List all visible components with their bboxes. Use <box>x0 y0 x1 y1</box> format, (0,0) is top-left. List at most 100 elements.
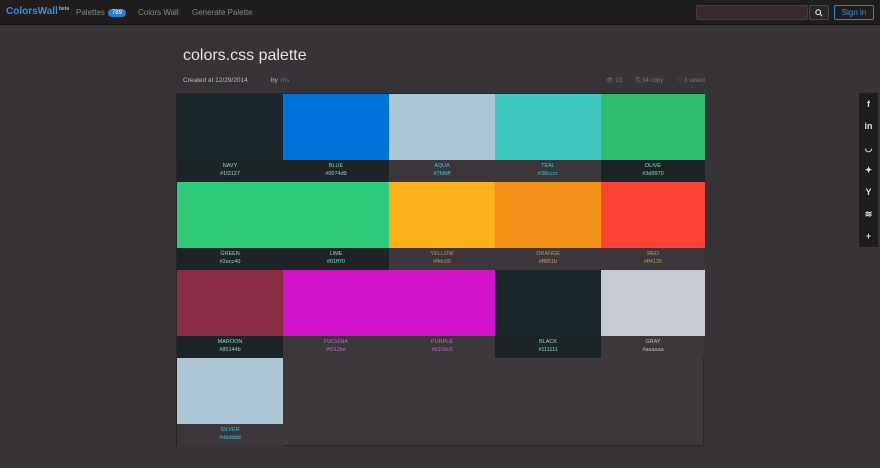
palette-grid: NAVY #1f2127 BLUE #0074d9 AQUA #7fdbff TEAL #39… <box>176 93 705 446</box>
by-label: by <box>271 77 278 84</box>
palette-meta: Created at 12/29/2014 by ms <box>183 77 290 84</box>
color-swatch[interactable] <box>601 182 705 248</box>
color-cell-green[interactable]: GREEN #2ecc40 <box>177 182 389 270</box>
color-hex: #aaaaaa <box>642 347 664 353</box>
search-icon <box>815 8 823 17</box>
color-cell-orange[interactable]: ORANGE #ff851b <box>495 182 601 270</box>
color-info: FUCHSIA #f012be <box>283 336 389 358</box>
color-name: AQUA <box>434 163 450 169</box>
color-name: TEAL <box>541 163 555 169</box>
color-hex: #b10dc9 <box>431 347 453 353</box>
navbar: ColorsWallbeta Palettes 789 Colors Wall G… <box>0 0 880 25</box>
color-hex: #1f2127 <box>220 171 240 177</box>
author-line: by ms <box>271 77 290 84</box>
color-swatch[interactable] <box>177 270 283 336</box>
palettes-count-badge: 789 <box>107 9 126 17</box>
twitter-icon[interactable]: ✦ <box>859 159 878 181</box>
brand-name: ColorsWall <box>6 6 58 17</box>
hacker-news-icon[interactable]: Y <box>859 181 878 203</box>
color-hex: #111111 <box>538 347 558 353</box>
search-input[interactable] <box>696 5 808 20</box>
color-cell-red[interactable]: RED #ff4136 <box>601 182 705 270</box>
color-cell-blue[interactable]: BLUE #0074d9 <box>283 94 389 182</box>
color-name: MAROON <box>217 339 243 345</box>
color-cell-navy[interactable]: NAVY #1f2127 <box>177 94 283 182</box>
color-cell-silver[interactable]: SILVER #dddddd <box>177 358 283 446</box>
color-swatch[interactable] <box>389 182 495 248</box>
nav-link-label: Generate Palette <box>192 8 253 17</box>
color-cell-black[interactable]: BLACK #111111 <box>495 270 601 358</box>
color-info: SILVER #dddddd <box>177 424 283 446</box>
color-info: GRAY #aaaaaa <box>601 336 705 358</box>
color-swatch[interactable] <box>495 94 601 160</box>
brand-logo[interactable]: ColorsWallbeta <box>6 6 69 17</box>
color-name: OLIVE <box>644 163 662 169</box>
nav-link-colors-wall[interactable]: Colors Wall <box>138 8 179 17</box>
share-bar: f in ◡ ✦ Y ≋ + <box>859 93 878 247</box>
color-swatch[interactable] <box>283 270 495 336</box>
buffer-icon[interactable]: ≋ <box>859 203 878 225</box>
color-hex: #3d9970 <box>642 171 664 177</box>
color-info: AQUA #7fdbff <box>389 160 495 182</box>
color-swatch[interactable] <box>177 358 283 424</box>
color-name: ORANGE <box>536 251 560 257</box>
color-name: BLACK <box>538 339 558 345</box>
color-name: LIME <box>329 251 343 257</box>
nav-link-palettes[interactable]: Palettes 789 <box>76 8 126 17</box>
color-swatch[interactable] <box>601 94 705 160</box>
color-hex: #ffdc00 <box>433 259 451 265</box>
color-hex: #0074d9 <box>325 171 347 177</box>
color-name: PURPLE <box>430 339 453 345</box>
color-swatch[interactable] <box>495 270 601 336</box>
color-cell-fuchsia[interactable]: FUCHSIA #f012be <box>283 270 495 358</box>
linkedin-icon[interactable]: in <box>859 115 878 137</box>
color-name: BLUE <box>328 163 344 169</box>
color-hex: #85144b <box>219 347 241 353</box>
pocket-icon[interactable]: ◡ <box>859 137 878 159</box>
color-hex: #39cccc <box>537 171 559 177</box>
color-name: NAVY <box>222 163 238 169</box>
color-name: SILVER <box>220 427 240 433</box>
nav-link-generate-palette[interactable]: Generate Palette <box>192 8 252 17</box>
copies-count: ⎘ 34 copy <box>635 78 664 84</box>
color-name: GREEN <box>220 251 240 257</box>
color-swatch[interactable] <box>283 94 389 160</box>
color-hex: #2ecc40 <box>219 259 241 265</box>
color-name: FUCHSIA <box>323 339 349 345</box>
color-cell-aqua[interactable]: AQUA #7fdbff <box>389 94 495 182</box>
color-hex: #f012be <box>326 347 346 353</box>
saves-count: ♡ 3 saved <box>676 78 705 84</box>
sign-in-button[interactable]: Sign in <box>834 5 874 20</box>
brand-badge: beta <box>58 6 70 12</box>
color-info: TEAL #39cccc <box>495 160 601 182</box>
color-info: BLUE #0074d9 <box>283 160 389 182</box>
color-hex: #01ff70 <box>326 259 346 265</box>
color-info: PURPLE #b10dc9 <box>389 336 495 358</box>
color-cell-teal[interactable]: TEAL #39cccc <box>495 94 601 182</box>
color-info: RED #ff4136 <box>601 248 705 270</box>
color-swatch[interactable] <box>177 94 283 160</box>
color-cell-olive[interactable]: OLIVE #3d9970 <box>601 94 705 182</box>
nav-link-label: Palettes <box>76 8 105 17</box>
color-info: GREEN #2ecc40 <box>177 248 283 270</box>
color-swatch[interactable] <box>389 94 495 160</box>
search-button[interactable] <box>809 5 829 20</box>
more-icon[interactable]: + <box>859 225 878 247</box>
color-swatch[interactable] <box>495 182 601 248</box>
views-count: 👁 13 <box>606 78 622 84</box>
color-cell-gray[interactable]: GRAY #aaaaaa <box>601 270 705 358</box>
facebook-icon[interactable]: f <box>859 93 878 115</box>
color-cell-yellow[interactable]: YELLOW #ffdc00 <box>389 182 495 270</box>
color-cell-maroon[interactable]: MAROON #85144b <box>177 270 283 358</box>
color-name: GRAY <box>645 339 661 345</box>
nav-link-label: Colors Wall <box>138 8 179 17</box>
color-swatch[interactable] <box>601 270 705 336</box>
color-info: NAVY #1f2127 <box>177 160 283 182</box>
color-info: OLIVE #3d9970 <box>601 160 705 182</box>
color-swatch[interactable] <box>177 182 389 248</box>
author-link[interactable]: ms <box>281 77 290 84</box>
color-info: LIME #01ff70 <box>283 248 389 270</box>
color-info: ORANGE #ff851b <box>495 248 601 270</box>
color-info: MAROON #85144b <box>177 336 283 358</box>
color-hex: #ff851b <box>538 259 558 265</box>
